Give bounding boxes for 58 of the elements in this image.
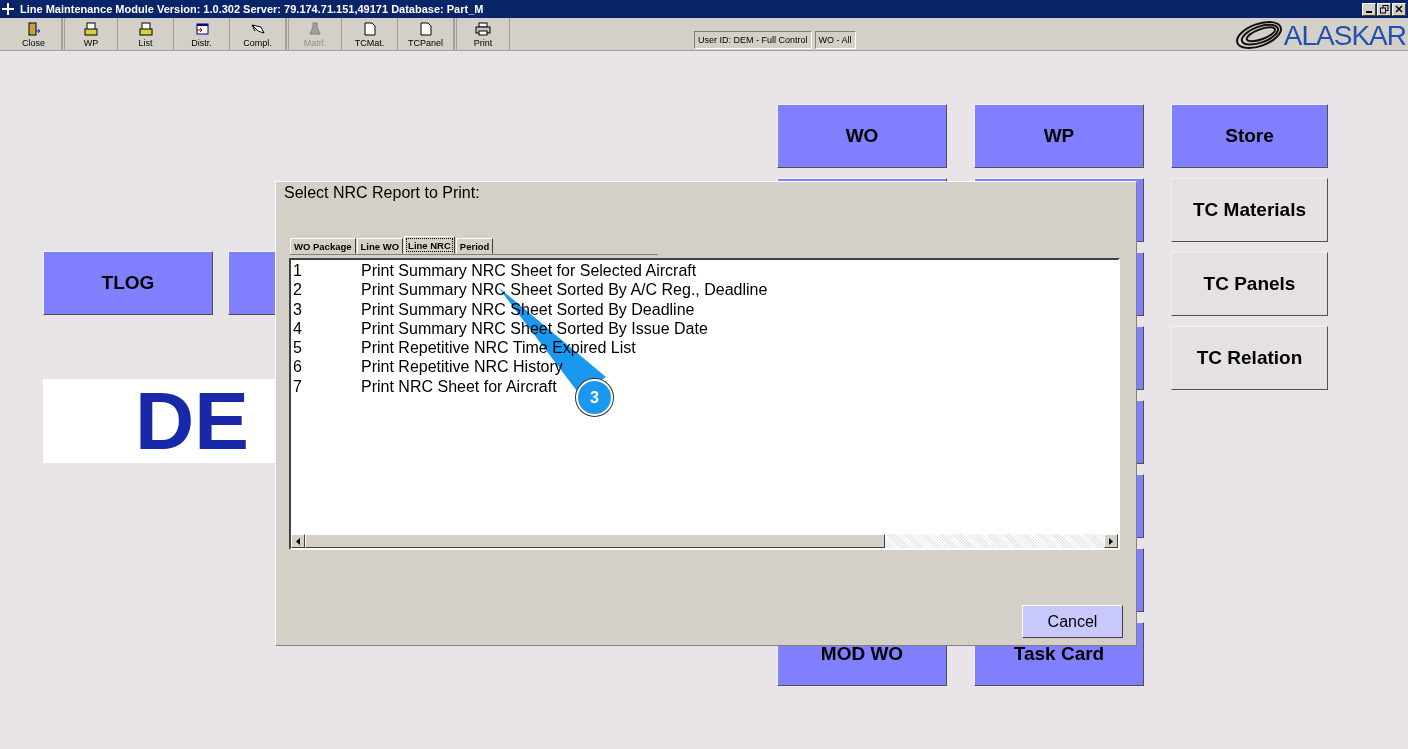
flask-icon xyxy=(308,21,322,36)
logo-swoosh-icon xyxy=(1233,20,1284,50)
menu-button[interactable]: WP xyxy=(974,104,1144,168)
minimize-button[interactable] xyxy=(1362,2,1376,16)
status-field: User ID: DEM - Full Control xyxy=(694,31,812,49)
printer-icon xyxy=(475,21,491,36)
tray-icon xyxy=(84,21,98,36)
move-icon xyxy=(2,3,14,15)
menu-button[interactable]: TC Panels xyxy=(1171,252,1328,316)
close-icon xyxy=(1395,5,1403,13)
report-number: 7 xyxy=(292,376,303,397)
page-icon xyxy=(419,21,432,36)
report-item[interactable]: Print Summary NRC Sheet Sorted By A/C Reg., Deadline xyxy=(361,280,768,300)
tab[interactable]: Line NRC xyxy=(404,236,455,254)
menu-button[interactable]: TLOG xyxy=(43,251,213,315)
door-exit-icon xyxy=(26,21,41,36)
tab[interactable]: Line WO xyxy=(356,238,404,254)
report-item[interactable]: Print Summary NRC Sheet for Selected Aircraft xyxy=(361,261,697,281)
toolbar-button[interactable]: Compl. xyxy=(230,18,286,50)
toolbar-button[interactable]: TCMat. xyxy=(342,18,398,50)
report-number: 4 xyxy=(292,318,303,339)
menu-button[interactable]: WO xyxy=(777,104,947,168)
restore-icon xyxy=(1379,4,1389,14)
logo-text: ALASKAR xyxy=(1283,22,1406,50)
right-arrow-icon xyxy=(1109,537,1113,545)
report-number: 5 xyxy=(292,338,303,358)
report-item[interactable]: Print NRC Sheet for Aircraft xyxy=(361,376,557,397)
window-title: Line Maintenance Module Version: 1.0.302 Server: 79.174.71.151,49171 Database: Part_M xyxy=(20,3,484,15)
pen-icon xyxy=(249,21,266,36)
banner: DE xyxy=(43,379,275,463)
close-button[interactable] xyxy=(1392,2,1406,16)
window-icon xyxy=(194,21,209,36)
report-number: 3 xyxy=(292,299,303,319)
left-arrow-icon xyxy=(296,537,300,545)
menu-button[interactable]: TC Materials xyxy=(1171,178,1328,242)
toolbar-button[interactable]: Close xyxy=(6,18,62,50)
menu-button[interactable]: Store xyxy=(1171,104,1328,168)
scroll-left-button[interactable] xyxy=(291,534,305,548)
report-number: 1 xyxy=(292,261,303,281)
cancel-button[interactable]: Cancel xyxy=(1022,605,1123,638)
restore-button[interactable] xyxy=(1377,2,1391,16)
status-field: WO - All xyxy=(814,31,856,49)
report-number: 2 xyxy=(292,280,303,300)
toolbar-button[interactable]: Distr. xyxy=(174,18,230,50)
scrollbar-thumb[interactable] xyxy=(305,534,885,548)
report-number: 6 xyxy=(292,357,303,377)
toolbar-button[interactable]: TCPanel xyxy=(398,18,454,50)
toolbar-button[interactable]: Print xyxy=(454,18,510,50)
tray-icon xyxy=(138,21,153,36)
tab[interactable]: Period xyxy=(455,238,494,254)
tab[interactable]: WO Package xyxy=(290,238,356,254)
scroll-right-button[interactable] xyxy=(1104,534,1118,548)
dialog-title: Select NRC Report to Print: xyxy=(284,184,480,202)
page-icon xyxy=(363,21,376,36)
horizontal-scrollbar[interactable] xyxy=(291,534,1118,548)
toolbar-button[interactable]: List xyxy=(118,18,174,50)
menu-button[interactable]: TC Relation xyxy=(1171,326,1328,390)
toolbar-button[interactable]: WP xyxy=(62,18,118,50)
